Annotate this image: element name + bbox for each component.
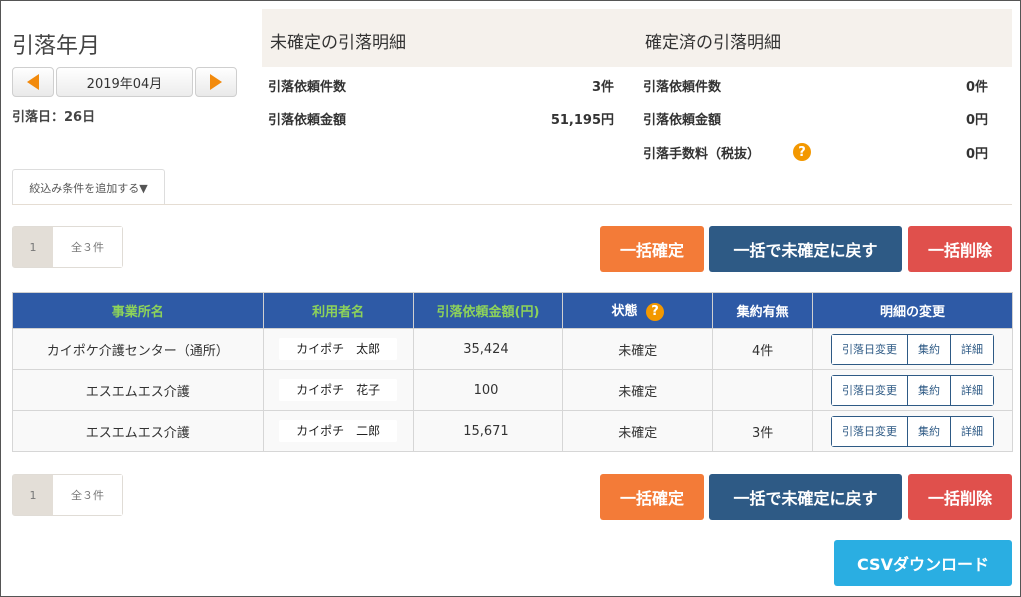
month-select[interactable]: 2019年04月 <box>56 67 193 97</box>
summary-header: 未確定の引落明細 確定済の引落明細 <box>262 9 1012 67</box>
unconfirmed-heading: 未確定の引落明細 <box>270 33 406 53</box>
row-change-buttons: 引落日変更 集約 詳細 <box>831 333 994 365</box>
bulk-confirm-button[interactable]: 一括確定 <box>600 474 704 520</box>
fee-label: 引落手数料（税抜） <box>643 147 761 162</box>
arrow-right-icon <box>210 74 222 90</box>
user-name[interactable]: カイポチ 太郎 <box>279 338 398 360</box>
amount-cell: 35,424 <box>412 328 564 370</box>
next-month-button[interactable] <box>195 67 237 97</box>
table-row: エスエムエス介護 カイポチ 二郎 15,671 未確定 3件 引落日変更 集約 … <box>12 410 1013 452</box>
table-header-row: 事業所名 利用者名 引落依頼金額(円) 状態 ? 集約有無 明細の変更 <box>12 292 1013 329</box>
col-amount[interactable]: 引落依頼金額(円) <box>412 292 564 329</box>
arrow-left-icon <box>27 74 39 90</box>
page-1-button[interactable]: 1 <box>13 475 53 515</box>
total-count: 全３件 <box>53 227 122 267</box>
confirmed-count-label: 引落依頼件数 <box>643 80 722 95</box>
col-status: 状態 ? <box>562 292 714 329</box>
total-count: 全３件 <box>53 475 122 515</box>
table-row: エスエムエス介護 カイポチ 花子 100 未確定 引落日変更 集約 詳細 <box>12 369 1013 411</box>
col-user[interactable]: 利用者名 <box>262 292 414 329</box>
user-name[interactable]: カイポチ 花子 <box>279 379 398 401</box>
status-cell: 未確定 <box>562 369 714 411</box>
change-cell: 引落日変更 集約 詳細 <box>812 328 1013 370</box>
debit-detail-table: 事業所名 利用者名 引落依頼金額(円) 状態 ? 集約有無 明細の変更 カイポケ… <box>12 292 1013 452</box>
user-cell: カイポチ 花子 <box>262 369 414 411</box>
office-cell: カイポケ介護センター（通所） <box>12 328 264 370</box>
status-help-icon[interactable]: ? <box>646 302 665 321</box>
page-1-button[interactable]: 1 <box>13 227 53 267</box>
pagination-bottom: 1 全３件 <box>12 474 123 516</box>
confirmed-count-value: 0件 <box>965 80 988 95</box>
col-aggregate: 集約有無 <box>712 292 814 329</box>
pagination-top: 1 全３件 <box>12 226 123 268</box>
csv-download-button[interactable]: CSVダウンロード <box>834 540 1012 586</box>
detail-button[interactable]: 詳細 <box>950 375 993 405</box>
change-cell: 引落日変更 集約 詳細 <box>812 369 1013 411</box>
confirmed-heading: 確定済の引落明細 <box>645 33 781 53</box>
change-date-button[interactable]: 引落日変更 <box>832 375 907 405</box>
change-cell: 引落日変更 集約 詳細 <box>812 410 1013 452</box>
debit-day-label: 引落日：26日 <box>12 110 96 125</box>
status-cell: 未確定 <box>562 328 714 370</box>
col-office[interactable]: 事業所名 <box>12 292 264 329</box>
bulk-delete-button[interactable]: 一括削除 <box>908 226 1012 272</box>
table-row: カイポケ介護センター（通所） カイポチ 太郎 35,424 未確定 4件 引落日… <box>12 328 1013 370</box>
detail-button[interactable]: 詳細 <box>950 416 993 446</box>
col-change: 明細の変更 <box>812 292 1013 329</box>
fee-help-icon[interactable]: ? <box>793 143 811 161</box>
confirmed-amount-label: 引落依頼金額 <box>643 113 722 128</box>
fee-value: 0円 <box>965 147 988 162</box>
page-title: 引落年月 <box>12 34 101 59</box>
amount-cell: 15,671 <box>412 410 564 452</box>
detail-button[interactable]: 詳細 <box>950 334 993 364</box>
aggregate-button[interactable]: 集約 <box>907 375 950 405</box>
filter-divider <box>12 204 1012 205</box>
aggregate-button[interactable]: 集約 <box>907 334 950 364</box>
confirmed-amount-value: 0円 <box>965 113 988 128</box>
unconfirmed-count-value: 3件 <box>591 80 614 95</box>
prev-month-button[interactable] <box>12 67 54 97</box>
row-change-buttons: 引落日変更 集約 詳細 <box>831 374 994 406</box>
aggregate-button[interactable]: 集約 <box>907 416 950 446</box>
unconfirmed-amount-value: 51,195円 <box>550 113 614 128</box>
aggregate-cell <box>712 369 814 411</box>
row-change-buttons: 引落日変更 集約 詳細 <box>831 415 994 447</box>
bulk-delete-button[interactable]: 一括削除 <box>908 474 1012 520</box>
user-name[interactable]: カイポチ 二郎 <box>279 420 398 442</box>
amount-cell: 100 <box>412 369 564 411</box>
user-cell: カイポチ 二郎 <box>262 410 414 452</box>
unconfirmed-amount-label: 引落依頼金額 <box>268 113 347 128</box>
aggregate-cell: 3件 <box>712 410 814 452</box>
unconfirmed-count-label: 引落依頼件数 <box>268 80 347 95</box>
status-cell: 未確定 <box>562 410 714 452</box>
office-cell: エスエムエス介護 <box>12 369 264 411</box>
bulk-revert-button[interactable]: 一括で未確定に戻す <box>709 226 902 272</box>
col-status-label: 状態 <box>611 304 638 320</box>
change-date-button[interactable]: 引落日変更 <box>832 416 907 446</box>
office-cell: エスエムエス介護 <box>12 410 264 452</box>
bulk-revert-button[interactable]: 一括で未確定に戻す <box>709 474 902 520</box>
bulk-confirm-button[interactable]: 一括確定 <box>600 226 704 272</box>
change-date-button[interactable]: 引落日変更 <box>832 334 907 364</box>
user-cell: カイポチ 太郎 <box>262 328 414 370</box>
filter-toggle[interactable]: 絞込み条件を追加する▼ <box>12 169 165 205</box>
aggregate-cell: 4件 <box>712 328 814 370</box>
